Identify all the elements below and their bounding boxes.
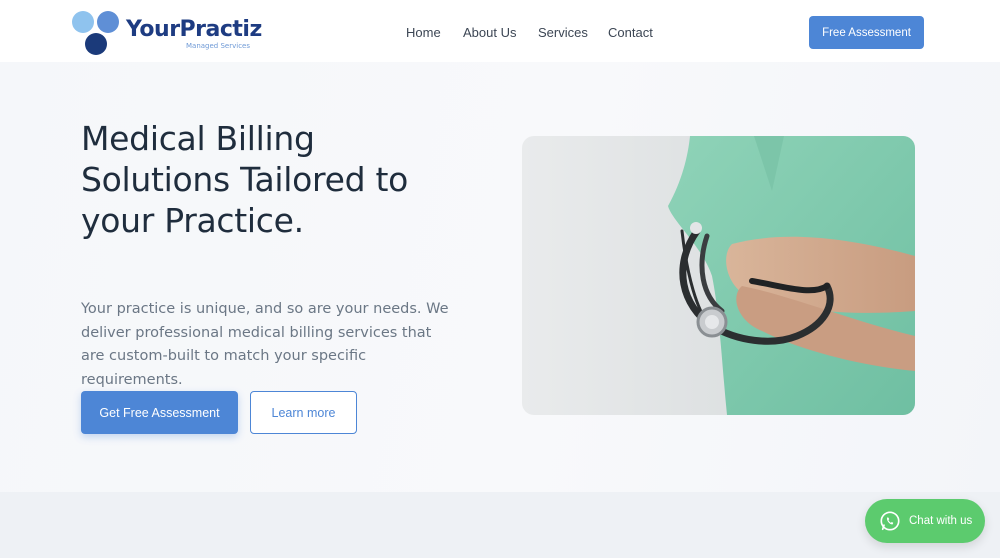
nav-link-home[interactable]: Home (406, 25, 441, 40)
logo-dot-light (72, 11, 94, 33)
logo-dot-dark (85, 33, 107, 55)
chat-with-us-button[interactable]: Chat with us (865, 499, 985, 543)
hero-section: Medical Billing Solutions Tailored to yo… (0, 62, 1000, 492)
learn-more-button[interactable]: Learn more (250, 391, 357, 434)
whatsapp-icon (880, 511, 900, 531)
chat-label: Chat with us (909, 515, 973, 527)
hero-subtitle: Your practice is unique, and so are your… (81, 301, 449, 388)
nav-link-about-us[interactable]: About Us (463, 25, 516, 40)
next-section-band (0, 492, 1000, 558)
logo-dot-mid (97, 11, 119, 33)
healthcare-worker-illustration (668, 136, 915, 415)
hero-title: Medical Billing Solutions Tailored to yo… (81, 119, 408, 240)
header-free-assessment-button[interactable]: Free Assessment (809, 16, 924, 49)
brand-tagline: Managed Services (186, 42, 250, 50)
hero-image (522, 136, 915, 415)
nav-link-contact[interactable]: Contact (608, 25, 653, 40)
brand-name: YourPractiz (126, 17, 262, 42)
site-header: YourPractiz Managed Services Home About … (0, 0, 1000, 62)
nav-link-services[interactable]: Services (538, 25, 588, 40)
brand-logo[interactable]: YourPractiz Managed Services (72, 11, 262, 55)
get-free-assessment-button[interactable]: Get Free Assessment (81, 391, 238, 434)
